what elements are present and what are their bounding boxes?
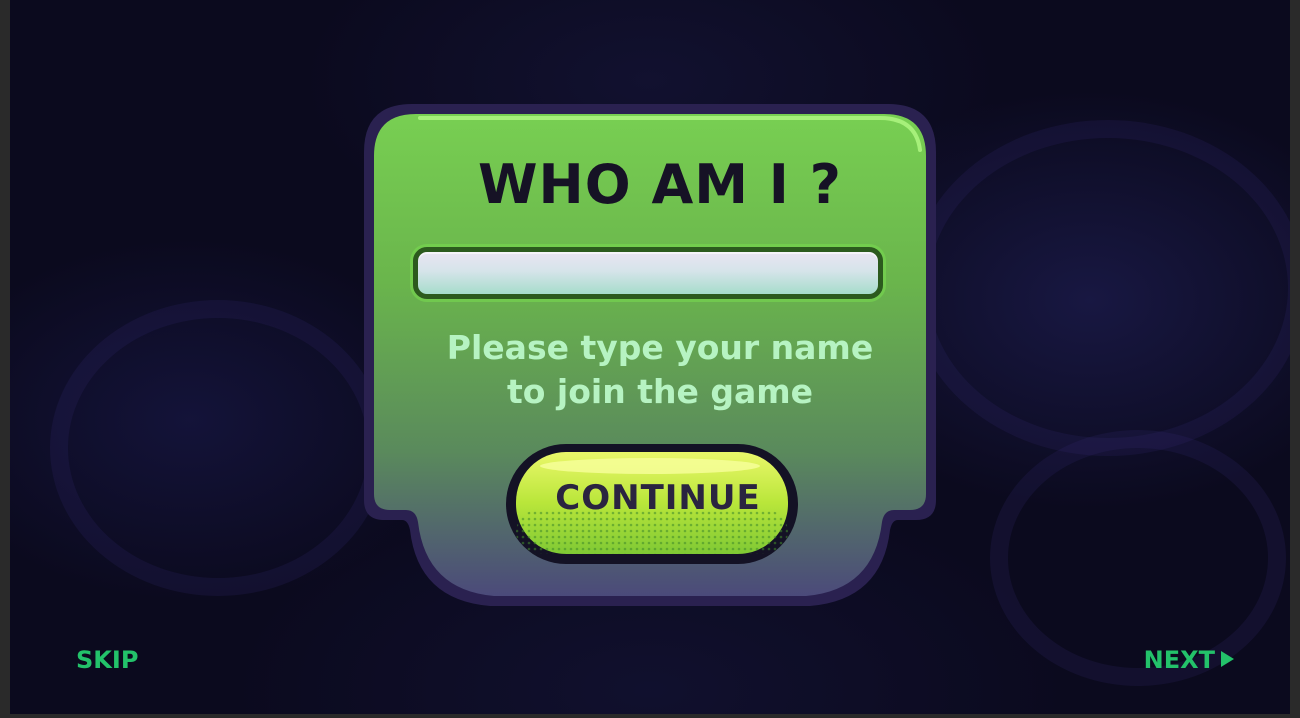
player-name-input[interactable] — [413, 247, 883, 299]
continue-button[interactable]: CONTINUE — [510, 444, 806, 564]
next-button[interactable]: NEXT — [1144, 646, 1234, 674]
instruction-line-2: to join the game — [506, 372, 813, 411]
dialog-title: WHO AM I ? — [477, 153, 842, 216]
instruction-line-1: Please type your name — [446, 328, 874, 367]
join-instructions: Please type your name to join the game — [390, 326, 930, 414]
next-button-label: NEXT — [1143, 646, 1215, 674]
play-triangle-icon — [1221, 651, 1234, 667]
game-screen: WHO AM I ? Please type your name to join… — [10, 0, 1290, 714]
continue-button-label: CONTINUE — [555, 478, 761, 518]
skip-button[interactable]: SKIP — [76, 646, 138, 674]
name-entry-dialog: WHO AM I ? Please type your name to join… — [10, 0, 1290, 714]
